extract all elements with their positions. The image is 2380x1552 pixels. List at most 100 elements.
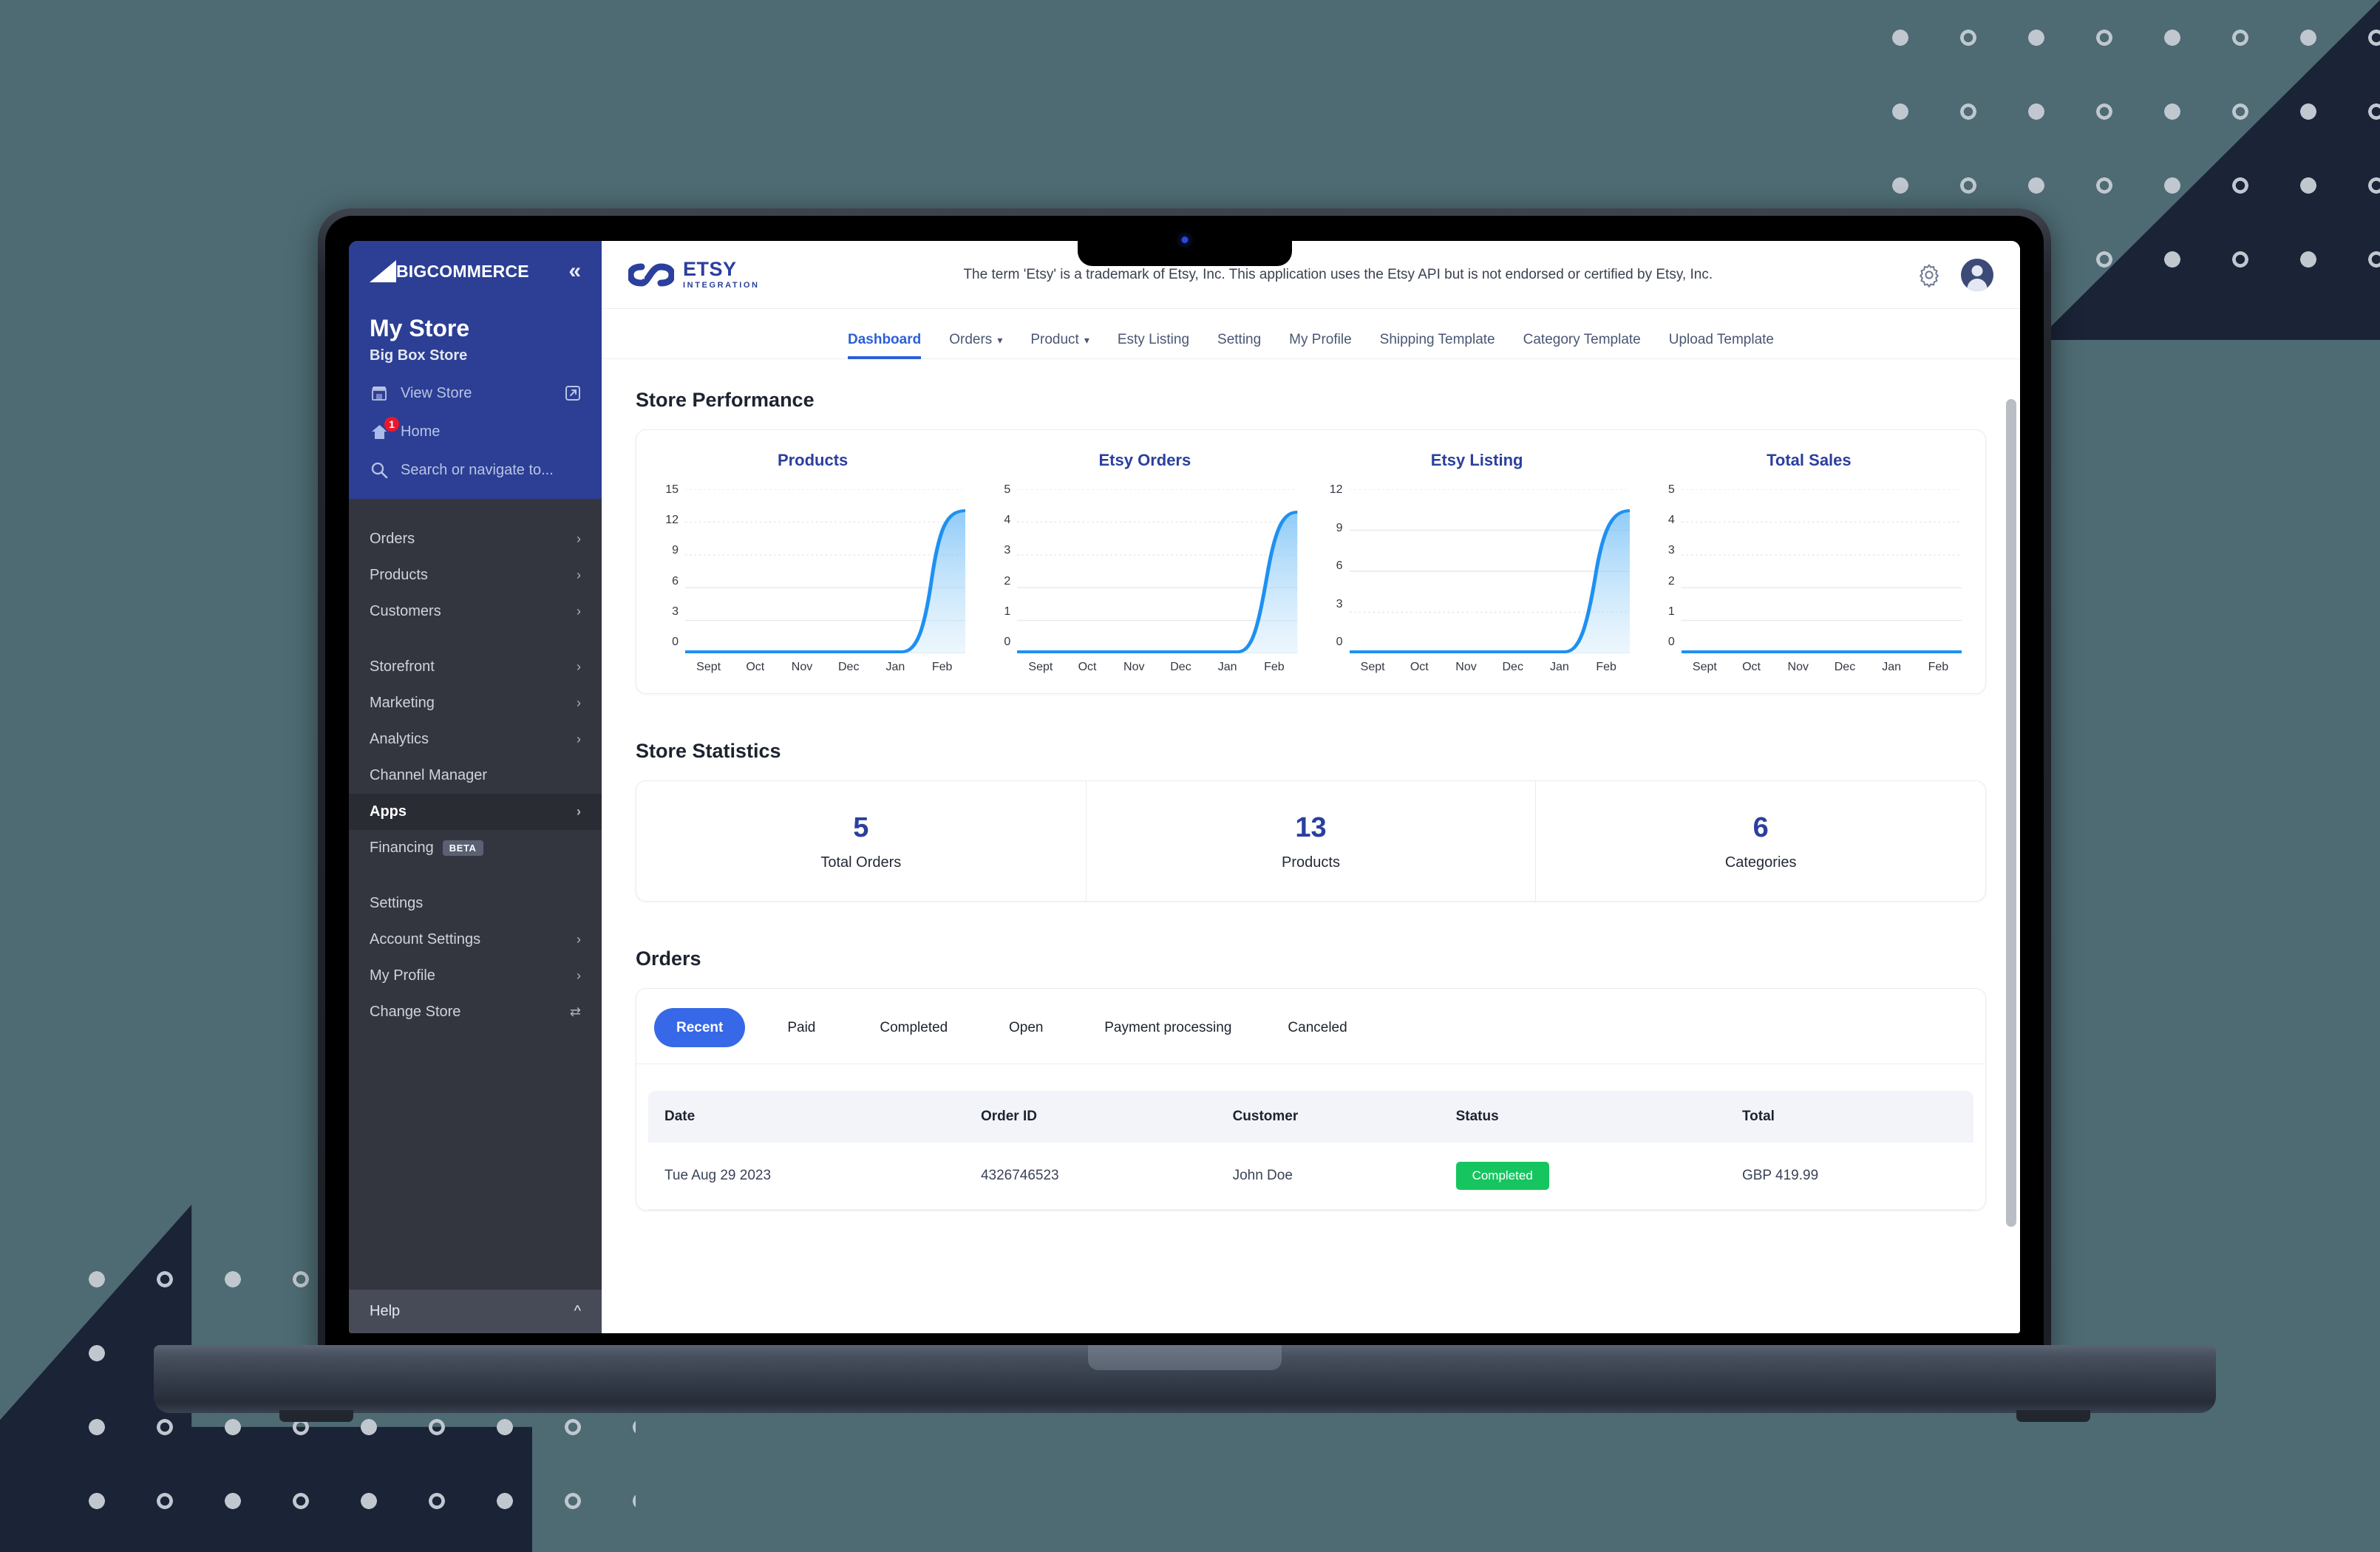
tab-dashboard[interactable]: Dashboard [847,332,922,359]
chart-x-axis: Sept Oct Nov Dec Jan Feb [1325,661,1630,674]
x-tick: Oct [746,661,765,673]
chevron-right-icon: › [577,531,581,546]
chart-title: Etsy Listing [1430,451,1523,469]
tab-my-profile[interactable]: My Profile [1289,332,1351,358]
chart-card-etsy-orders: Etsy Orders 5 4 3 2 1 0 Sept Oct Nov Dec… [979,451,1310,674]
sidebar-item-apps[interactable]: Apps › [349,794,602,830]
orders-tab-paid[interactable]: Paid [757,1008,846,1047]
header-actions [1917,258,1993,291]
sidebar-collapse-icon[interactable]: « [568,260,581,282]
tab-label: Canceled [1288,1020,1347,1035]
x-tick: Jan [1882,661,1902,673]
y-tick: 15 [665,483,679,496]
sidebar-home[interactable]: 1 Home [370,415,581,441]
tab-product[interactable]: Product ▾ [1030,332,1089,358]
orders-tab-canceled[interactable]: Canceled [1265,1008,1369,1047]
etsy-sync-infinity-icon [628,262,674,287]
tab-setting[interactable]: Setting [1217,332,1261,358]
table-header-row: Date Order ID Customer Status Total [648,1091,1973,1143]
user-avatar-icon[interactable] [1961,258,1993,291]
tab-label: Category Template [1523,332,1641,347]
tab-label: Setting [1217,332,1262,347]
dashboard-content: Store Performance Products 15 12 9 6 3 0… [602,359,2020,1333]
status-badge: Completed [1455,1162,1549,1191]
chart-x-axis: Sept Oct Nov Dec Jan Feb [992,661,1297,674]
orders-panel: Recent Paid Completed Open Payment proce… [636,988,1986,1211]
tab-label: Shipping Template [1379,332,1495,347]
x-tick: Sept [1028,661,1053,673]
orders-tab-payment-processing[interactable]: Payment processing [1082,1008,1254,1047]
chevron-right-icon: › [577,732,581,746]
chart-plot-area [1349,489,1630,653]
tab-esty-listing[interactable]: Esty Listing [1118,332,1189,358]
tab-category-template[interactable]: Category Template [1523,332,1641,358]
column-header-status[interactable]: Status [1439,1091,1726,1143]
sidebar-search[interactable]: Search or navigate to... [370,460,581,480]
chevron-right-icon: › [577,568,581,582]
table-row[interactable]: Tue Aug 29 2023 4326746523 John Doe Comp… [648,1143,1973,1211]
sidebar-item-my-profile[interactable]: My Profile › [349,958,602,994]
chevron-right-icon: › [577,659,581,674]
tab-shipping-template[interactable]: Shipping Template [1380,332,1495,358]
column-header-total[interactable]: Total [1725,1091,1973,1143]
chart-card-products: Products 15 12 9 6 3 0 Sept Oct Nov Dec … [647,451,979,674]
gear-icon[interactable] [1917,262,1942,287]
x-tick: Dec [1834,661,1856,673]
sidebar-item-products[interactable]: Products › [349,557,602,593]
sidebar-item-account-settings[interactable]: Account Settings › [349,922,602,958]
sidebar-item-storefront[interactable]: Storefront › [349,649,602,685]
sidebar-item-label: Channel Manager [370,767,487,783]
chart-plot-area [685,489,966,653]
sidebar-item-label: Settings [370,895,424,911]
help-label: Help [370,1303,401,1319]
storefront-icon [370,384,389,403]
x-tick: Dec [1170,661,1191,673]
y-tick: 1 [1667,605,1675,618]
orders-tab-completed[interactable]: Completed [857,1008,970,1047]
x-tick: Sept [1692,661,1717,673]
orders-tab-recent[interactable]: Recent [654,1008,746,1048]
app-nav-tabs: Dashboard Orders ▾ Product ▾ Esty Listing … [602,309,2020,359]
chevron-right-icon: › [577,604,581,619]
sidebar-item-analytics[interactable]: Analytics › [349,721,602,758]
sidebar-item-settings[interactable]: Settings [349,885,602,922]
sidebar-item-financing[interactable]: Financing BETA [349,830,602,866]
stat-products: 13 Products [1085,781,1536,901]
chart-title: Products [777,451,849,469]
orders-tab-open[interactable]: Open [982,1008,1070,1047]
content-scrollbar[interactable] [2006,359,2016,1333]
column-header-order-id[interactable]: Order ID [964,1091,1217,1143]
tab-orders[interactable]: Orders ▾ [949,332,1002,358]
sidebar-item-orders[interactable]: Orders › [349,521,602,557]
x-tick: Feb [1928,661,1949,673]
chart-y-axis: 12 9 6 3 0 [1325,484,1350,653]
scrollbar-thumb[interactable] [2006,399,2016,1227]
column-header-date[interactable]: Date [648,1091,965,1143]
beta-badge: BETA [442,840,483,856]
stat-label: Categories [1724,854,1797,871]
y-tick: 12 [665,514,679,527]
laptop-base [154,1345,2216,1422]
sidebar-item-change-store[interactable]: Change Store ⇄ [349,994,602,1030]
laptop-foot-left [279,1410,353,1422]
sidebar-item-channel-manager[interactable]: Channel Manager [349,758,602,794]
y-tick: 3 [1667,544,1675,557]
y-tick: 9 [672,544,679,557]
x-tick: Feb [1264,661,1285,673]
sidebar-item-marketing[interactable]: Marketing › [349,685,602,721]
sidebar-item-label: Change Store [370,1004,461,1020]
y-tick: 6 [672,574,679,588]
sidebar-item-label: Storefront [370,658,435,675]
x-tick: Nov [791,661,813,673]
column-header-customer[interactable]: Customer [1216,1091,1440,1143]
stat-label: Products [1282,854,1340,871]
tab-upload-template[interactable]: Upload Template [1669,332,1774,358]
sidebar-item-label: Account Settings [370,931,481,947]
chevron-right-icon: › [577,695,581,710]
sidebar-view-store[interactable]: View Store [370,384,581,403]
sidebar-item-customers[interactable]: Customers › [349,593,602,630]
sidebar-help-button[interactable]: Help ^ [349,1290,602,1333]
sidebar-item-label: My Profile [370,967,435,984]
x-tick: Sept [696,661,721,673]
y-tick: 1 [1004,605,1011,618]
